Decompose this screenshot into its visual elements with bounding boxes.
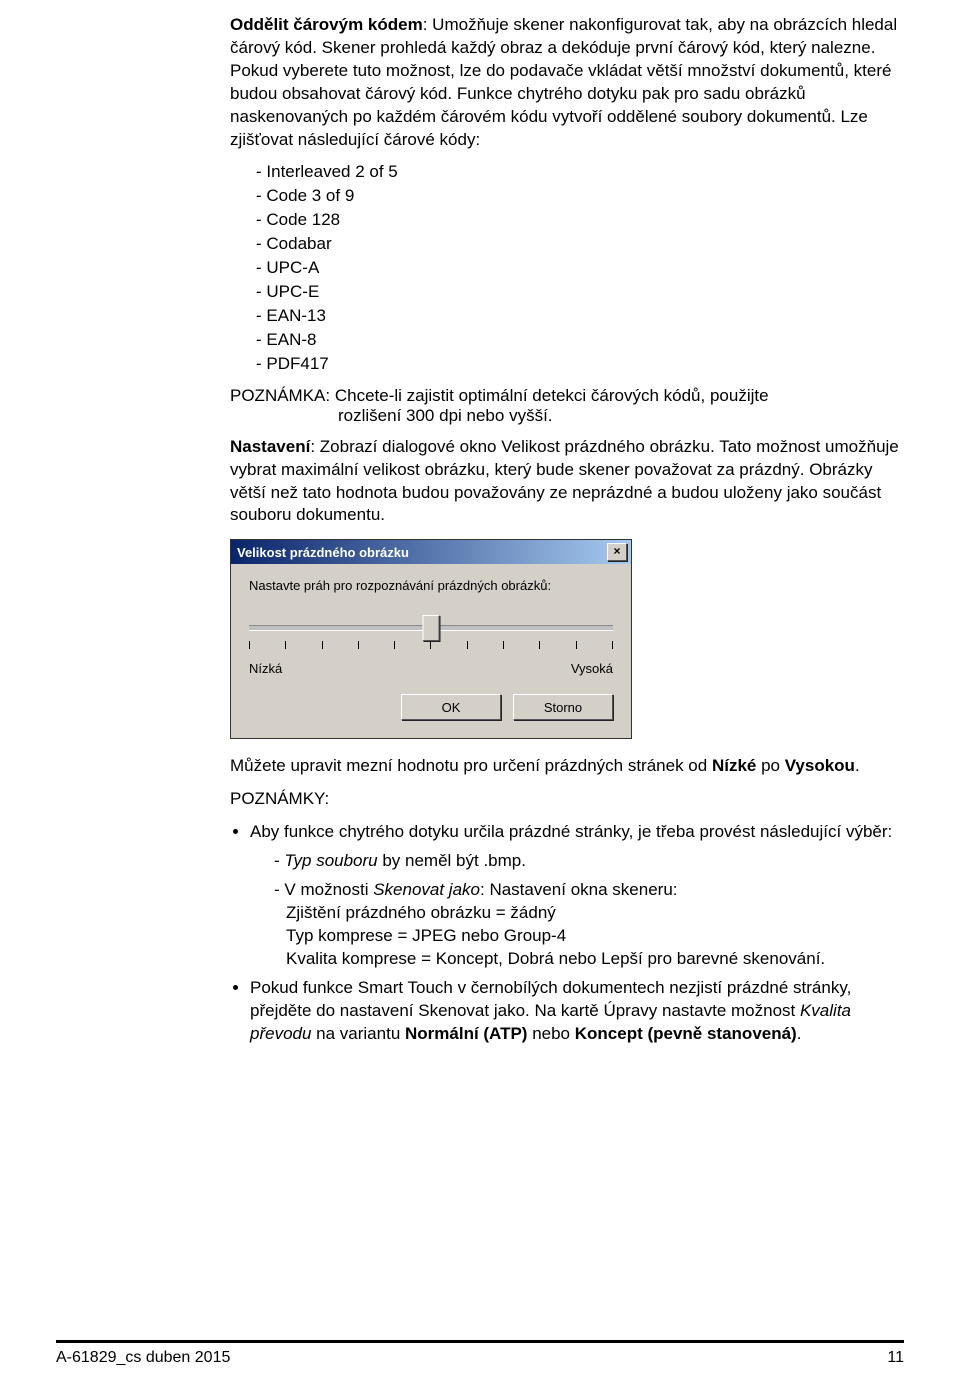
notes-list: Aby funkce chytrého dotyku určila prázdn… xyxy=(230,821,904,1045)
list-item: EAN-8 xyxy=(256,330,904,350)
text-barcode-separation: : Umožňuje skener nakonfigurovat tak, ab… xyxy=(230,15,897,149)
list-item: PDF417 xyxy=(256,354,904,374)
list-item: Code 3 of 9 xyxy=(256,186,904,206)
list-item: V možnosti Skenovat jako: Nastavení okna… xyxy=(274,879,904,971)
list-item: Pokud funkce Smart Touch v černobílých d… xyxy=(250,977,904,1046)
ok-button[interactable]: OK xyxy=(401,694,501,720)
note-line: rozlišení 300 dpi nebo vyšší. xyxy=(230,406,904,426)
threshold-slider[interactable] xyxy=(249,615,613,657)
page-footer: A-61829_cs duben 2015 11 xyxy=(56,1340,904,1367)
footer-page-number: 11 xyxy=(887,1349,904,1367)
slider-ticks xyxy=(249,641,613,649)
slider-thumb[interactable] xyxy=(423,615,440,641)
label-settings: Nastavení xyxy=(230,437,310,456)
list-item: UPC-E xyxy=(256,282,904,302)
note-dpi: POZNÁMKA: Chcete-li zajistit optimální d… xyxy=(230,386,904,426)
dialog-titlebar[interactable]: Velikost prázdného obrázku × xyxy=(231,540,631,564)
list-item: EAN-13 xyxy=(256,306,904,326)
close-icon[interactable]: × xyxy=(607,543,627,561)
list-item: Interleaved 2 of 5 xyxy=(256,162,904,182)
cancel-button[interactable]: Storno xyxy=(513,694,613,720)
dialog-instruction: Nastavte práh pro rozpoznávání prázdných… xyxy=(249,578,613,593)
list-item: Code 128 xyxy=(256,210,904,230)
label-barcode-separation: Oddělit čárovým kódem xyxy=(230,15,423,34)
barcode-list: Interleaved 2 of 5 Code 3 of 9 Code 128 … xyxy=(230,162,904,374)
dialog-title: Velikost prázdného obrázku xyxy=(237,545,409,560)
list-item: Codabar xyxy=(256,234,904,254)
list-item: Aby funkce chytrého dotyku určila prázdn… xyxy=(250,821,904,971)
threshold-range-paragraph: Můžete upravit mezní hodnotu pro určení … xyxy=(230,755,904,778)
notes-heading: POZNÁMKY: xyxy=(230,788,904,811)
text-settings: : Zobrazí dialogové okno Velikost prázdn… xyxy=(230,437,899,525)
slider-label-low: Nízká xyxy=(249,661,282,676)
list-item: Typ souboru by neměl být .bmp. xyxy=(274,850,904,873)
note-line: POZNÁMKA: Chcete-li zajistit optimální d… xyxy=(230,386,904,406)
footer-doc-id: A-61829_cs duben 2015 xyxy=(56,1349,230,1367)
blank-image-size-dialog: Velikost prázdného obrázku × Nastavte pr… xyxy=(230,539,632,739)
barcode-separation-paragraph: Oddělit čárovým kódem: Umožňuje skener n… xyxy=(230,14,904,152)
slider-label-high: Vysoká xyxy=(571,661,613,676)
list-item: UPC-A xyxy=(256,258,904,278)
settings-paragraph: Nastavení: Zobrazí dialogové okno Veliko… xyxy=(230,436,904,528)
